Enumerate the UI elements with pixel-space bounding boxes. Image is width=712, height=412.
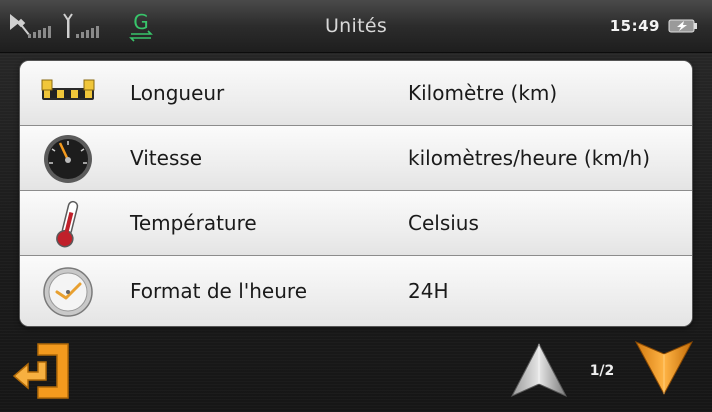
setting-value: kilomètres/heure (km/h) [408,146,650,170]
clock-time: 15:49 [609,17,660,35]
units-list: Longueur Kilomètre (km) Vitesse kilomètr… [20,61,692,326]
setting-value: Celsius [408,211,479,235]
units-screen: G Unités 15:49 Longueur Kilomètre (km) V… [0,0,712,412]
setting-row-vitesse[interactable]: Vitesse kilomètres/heure (km/h) [20,126,692,191]
battery-charging-icon [668,18,698,34]
page-down-button[interactable] [632,338,696,398]
setting-label: Longueur [130,81,225,105]
status-bar: G Unités 15:49 [0,0,712,53]
page-up-button[interactable] [508,340,570,400]
arrow-down-icon [632,338,696,398]
setting-value: 24H [408,279,449,303]
setting-label: Température [130,211,257,235]
ruler-icon [40,68,96,120]
setting-label: Vitesse [130,146,203,170]
setting-value: Kilomètre (km) [408,81,558,105]
setting-row-temperature[interactable]: Température Celsius [20,191,692,256]
back-arrow-icon [8,338,74,404]
clock-icon [40,266,96,318]
arrow-up-icon [508,340,570,400]
page-title: Unités [324,15,388,37]
thermometer-icon [40,198,96,250]
status-right: 15:49 [610,0,698,52]
setting-label: Format de l'heure [130,279,307,303]
setting-row-longueur[interactable]: Longueur Kilomètre (km) [20,61,692,126]
setting-row-format-heure[interactable]: Format de l'heure 24H [20,256,692,326]
back-button[interactable] [8,338,74,404]
page-indicator: 1/2 [589,363,615,379]
speedometer-icon [40,133,96,185]
